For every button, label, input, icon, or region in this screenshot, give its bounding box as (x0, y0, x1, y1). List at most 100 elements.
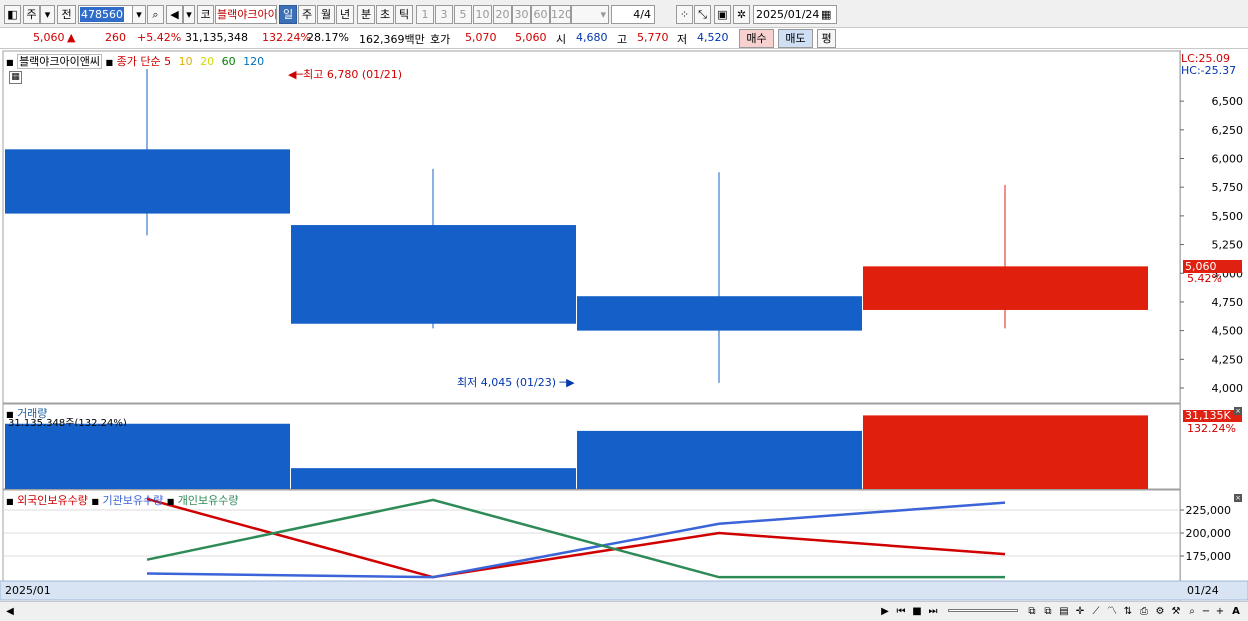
search-icon[interactable]: ⌕ (147, 5, 164, 24)
link-icon[interactable]: ⁘ (676, 5, 693, 24)
interval-label: 10 (475, 8, 490, 21)
period-day-button[interactable]: 일 (279, 5, 297, 24)
interval-120-button[interactable]: 120 (550, 5, 571, 24)
line-tool-icon[interactable]: ⤡ (694, 5, 711, 24)
interval-30-button[interactable]: 30 (512, 5, 531, 24)
window-icon[interactable]: ◧ (4, 5, 21, 24)
bottom-bar: ◀ ▶ ⏮ ■ ⏭ ⧉ ⧉ ▤ ✛ ⟋ 〽 ⇅ ⎙ ⚙ ⚒ ⌕ − + A (0, 601, 1248, 621)
price-tick-label: 6,250 (1212, 124, 1244, 137)
legend-square-icon: ■ (6, 58, 14, 67)
grid-icon[interactable]: ▤ (1057, 604, 1071, 619)
table-icon[interactable]: ▦ (9, 71, 22, 84)
interval-label: 30 (514, 8, 529, 21)
high-label: 고 (617, 33, 628, 46)
code-dropdown-icon[interactable]: ▾ (132, 5, 146, 24)
ma-120: 120 (243, 55, 265, 68)
copy-icon[interactable]: ⧉ (1041, 604, 1055, 619)
high-note-text: 최고 6,780 (01/21) (303, 68, 403, 81)
period-second-button[interactable]: 초 (376, 5, 394, 24)
amount-value: 162,369백만 (359, 33, 425, 46)
sell-label: 매도 (785, 32, 806, 45)
rewind-icon[interactable]: ⏮ (894, 604, 908, 619)
page-counter: 4/4 (611, 5, 655, 24)
trend-icon[interactable]: ⟋ (1089, 604, 1103, 619)
institution-legend: 기관보유수량 (102, 494, 164, 507)
stop-icon[interactable]: ■ (910, 604, 924, 619)
interval-5-button[interactable]: 5 (454, 5, 472, 24)
low-note: 최저 4,045 (01/23) ─▶ (457, 374, 575, 390)
interval-10-button[interactable]: 10 (473, 5, 492, 24)
period-tick-button[interactable]: 틱 (395, 5, 413, 24)
interval-60-button[interactable]: 60 (531, 5, 550, 24)
zoom-in-icon[interactable]: + (1213, 604, 1227, 619)
volume-ratio: 132.24% (262, 31, 311, 44)
gear-icon[interactable]: ✲ (733, 5, 750, 24)
chart-canvas[interactable]: 6,5006,2506,0005,7505,5005,2505,0004,750… (0, 50, 1248, 602)
ma-20: 20 (200, 55, 215, 68)
market-dropdown-icon[interactable]: ▾ (40, 5, 55, 24)
period-year-button[interactable]: 년 (336, 5, 354, 24)
interval-20-button[interactable]: 20 (493, 5, 512, 24)
zoom-out-icon[interactable]: − (1199, 604, 1213, 619)
settings-icon[interactable]: ⚙ (1153, 604, 1167, 619)
price-panel-frame (2, 50, 1181, 404)
interval-3-button[interactable]: 3 (435, 5, 453, 24)
zoom-slider[interactable] (948, 609, 1018, 612)
right-arrow-icon: ─▶ (556, 376, 575, 389)
ma-label: 종가 단순 (116, 55, 161, 68)
interval-custom-select[interactable]: ▾ (571, 5, 609, 24)
candle-body (291, 225, 576, 324)
buy-button[interactable]: 매수 (739, 29, 774, 48)
individual-legend: 개인보유수량 (177, 494, 239, 507)
candle-body (863, 266, 1148, 310)
zoom-icon[interactable]: ⌕ (1185, 604, 1199, 619)
ask-label: 호가 (430, 33, 451, 46)
scroll-left-icon[interactable]: ◀ (3, 604, 17, 619)
forward-icon[interactable]: ⏭ (926, 604, 940, 619)
x-axis-band (0, 580, 1248, 601)
date-value: 2025/01/24 (756, 8, 820, 21)
period-month-button[interactable]: 월 (317, 5, 335, 24)
save-icon[interactable]: ▣ (714, 5, 731, 24)
period-label: 틱 (398, 8, 410, 21)
eval-button[interactable]: 평 (817, 29, 836, 48)
period-label: 년 (339, 8, 351, 21)
speaker-icon[interactable]: ◀ (166, 5, 183, 24)
period-minute-button[interactable]: 분 (357, 5, 375, 24)
close-icon[interactable]: × (1234, 494, 1242, 502)
volume-bar (291, 468, 576, 489)
code-button-label: 코 (200, 8, 211, 21)
period-week-button[interactable]: 주 (298, 5, 316, 24)
sell-button[interactable]: 매도 (778, 29, 813, 48)
price-legend: ■ 블랙야크아이앤씨 ■ 종가 단순 5 10 20 60 120 (6, 53, 264, 69)
ma-5: 5 (164, 55, 172, 68)
code-input[interactable]: 478560 (78, 5, 134, 24)
interval-label: 120 (551, 8, 571, 21)
market-select[interactable]: 주 (23, 5, 40, 24)
price-tick-label: 6,000 (1212, 153, 1244, 166)
lc-hc: LC:25.09 HC:-25.37 (1181, 53, 1236, 77)
calendar-icon[interactable]: ▦ (821, 8, 831, 21)
tools-icon[interactable]: ⚒ (1169, 604, 1183, 619)
interval-label: 20 (495, 8, 510, 21)
layout-icon[interactable]: ⧉ (1025, 604, 1039, 619)
stock-name-field[interactable]: 블랙야크아이 (215, 5, 277, 24)
interval-1-button[interactable]: 1 (416, 5, 434, 24)
holdings-tick-label: 225,000 (1186, 504, 1232, 517)
print-icon[interactable]: ⎙ (1137, 604, 1151, 619)
hc-value: HC:-25.37 (1181, 64, 1237, 77)
auto-icon[interactable]: A (1229, 604, 1243, 619)
volume-bar (863, 415, 1148, 489)
speaker-dropdown-icon[interactable]: ▾ (183, 5, 195, 24)
crosshair-icon[interactable]: ✛ (1073, 604, 1087, 619)
code-button[interactable]: 코 (197, 5, 214, 24)
prev-button[interactable]: 전 (57, 5, 76, 24)
scroll-right-icon[interactable]: ▶ (878, 604, 892, 619)
chart-line-icon[interactable]: 〽 (1105, 604, 1119, 619)
interval-label: 60 (533, 8, 548, 21)
compare-icon[interactable]: ⇅ (1121, 604, 1135, 619)
change-value: 260 (105, 31, 126, 44)
turnover-value: 28.17% (307, 31, 349, 44)
price-tick-label: 4,750 (1212, 296, 1244, 309)
close-icon[interactable]: × (1234, 407, 1242, 415)
